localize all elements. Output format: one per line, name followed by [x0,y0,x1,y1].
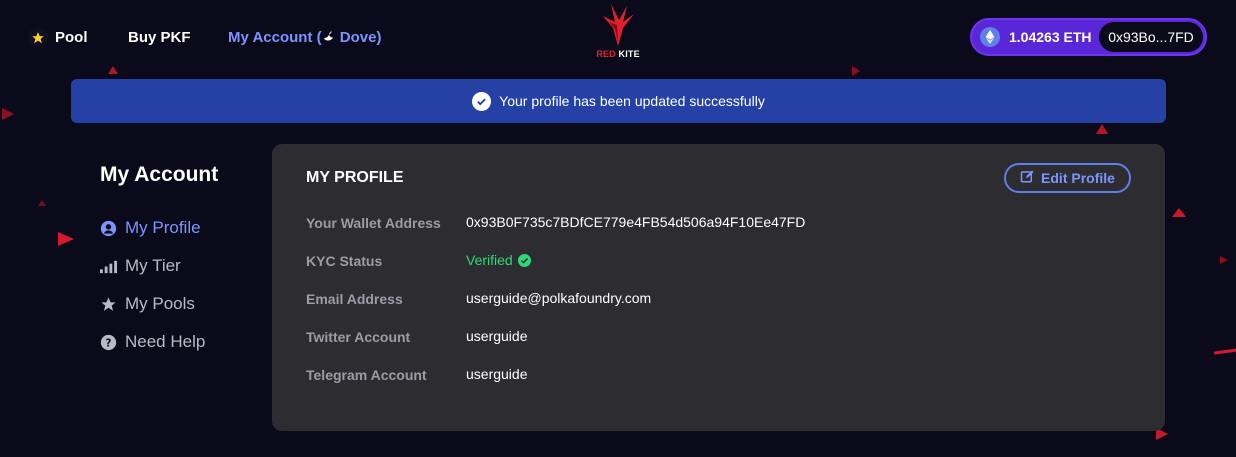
edit-profile-button[interactable]: Edit Profile [1004,163,1131,193]
check-circle-icon [472,91,492,111]
twitter-account-value: userguide [466,328,528,344]
kyc-status-text: Verified [466,252,513,268]
success-banner: Your profile has been updated successful… [71,79,1166,123]
telegram-account-label: Telegram Account [306,367,427,383]
email-address-value: userguide@polkafoundry.com [466,290,652,306]
wallet-address-label: Your Wallet Address [306,215,441,231]
email-address-label: Email Address [306,291,403,307]
question-circle-icon: ? [100,334,117,351]
background-decoration [58,232,74,246]
wallet-address-short[interactable]: 0x93Bo...7FD [1099,22,1203,52]
wallet-address-value: 0x93B0F735c7BDfCE779e4FB54d506a94F10Ee47… [466,214,806,230]
nav-buy-pkf-link[interactable]: Buy PKF [128,28,191,48]
sidebar-item-label: My Pools [125,294,195,313]
sidebar-item-label: Need Help [125,332,206,351]
ethereum-icon [980,27,1000,47]
dove-icon [322,29,336,46]
logo-wordmark: RED KITE [588,49,648,59]
verified-check-icon [517,253,531,267]
nav-account-tier: Dove [339,29,377,46]
background-decoration [1096,124,1108,134]
background-decoration [2,108,14,120]
telegram-account-value: userguide [466,366,528,382]
kyc-status-value: Verified [466,252,531,268]
edit-icon [1020,169,1035,187]
kyc-status-label: KYC Status [306,253,383,269]
sidebar-item-label: My Profile [125,218,201,237]
background-decoration [38,200,46,206]
star-icon [100,296,117,313]
nav-account-suffix: ) [376,29,382,46]
nav-account-prefix: My Account ( [228,29,322,46]
wallet-connect-pill[interactable]: 1.04263 ETH 0x93Bo...7FD [970,18,1207,56]
banner-message: Your profile has been updated successful… [499,93,765,109]
user-circle-icon [100,220,117,237]
logo-word-red: RED [596,49,616,59]
edit-profile-label: Edit Profile [1041,170,1115,186]
star-icon [28,28,48,48]
logo-word-kite: KITE [618,49,640,59]
redkite-logo[interactable]: RED KITE [588,2,648,60]
twitter-account-label: Twitter Account [306,329,411,345]
svg-text:?: ? [106,338,112,349]
sidebar-item-my-tier[interactable]: My Tier [100,255,181,277]
nav-pool-label: Pool [55,29,88,46]
sidebar-item-need-help[interactable]: ? Need Help [100,331,205,353]
background-decoration [1172,208,1186,217]
sidebar-item-label: My Tier [125,256,181,275]
profile-card-title: MY PROFILE [306,169,404,186]
kite-bird-icon [603,4,634,46]
signal-bars-icon [100,258,117,275]
sidebar-item-my-profile[interactable]: My Profile [100,217,201,239]
top-navigation: Pool Buy PKF My Account ( Dove) RED KITE… [0,0,1236,75]
background-decoration [1213,348,1236,355]
nav-pool-link[interactable]: Pool [28,28,88,48]
sidebar-item-my-pools[interactable]: My Pools [100,293,195,315]
nav-my-account-link[interactable]: My Account ( Dove) [228,28,381,48]
eth-balance: 1.04263 ETH [1009,29,1092,45]
background-decoration [1220,256,1228,264]
sidebar-title: My Account [100,163,219,186]
profile-card: MY PROFILE Edit Profile Your Wallet Addr… [272,144,1165,431]
